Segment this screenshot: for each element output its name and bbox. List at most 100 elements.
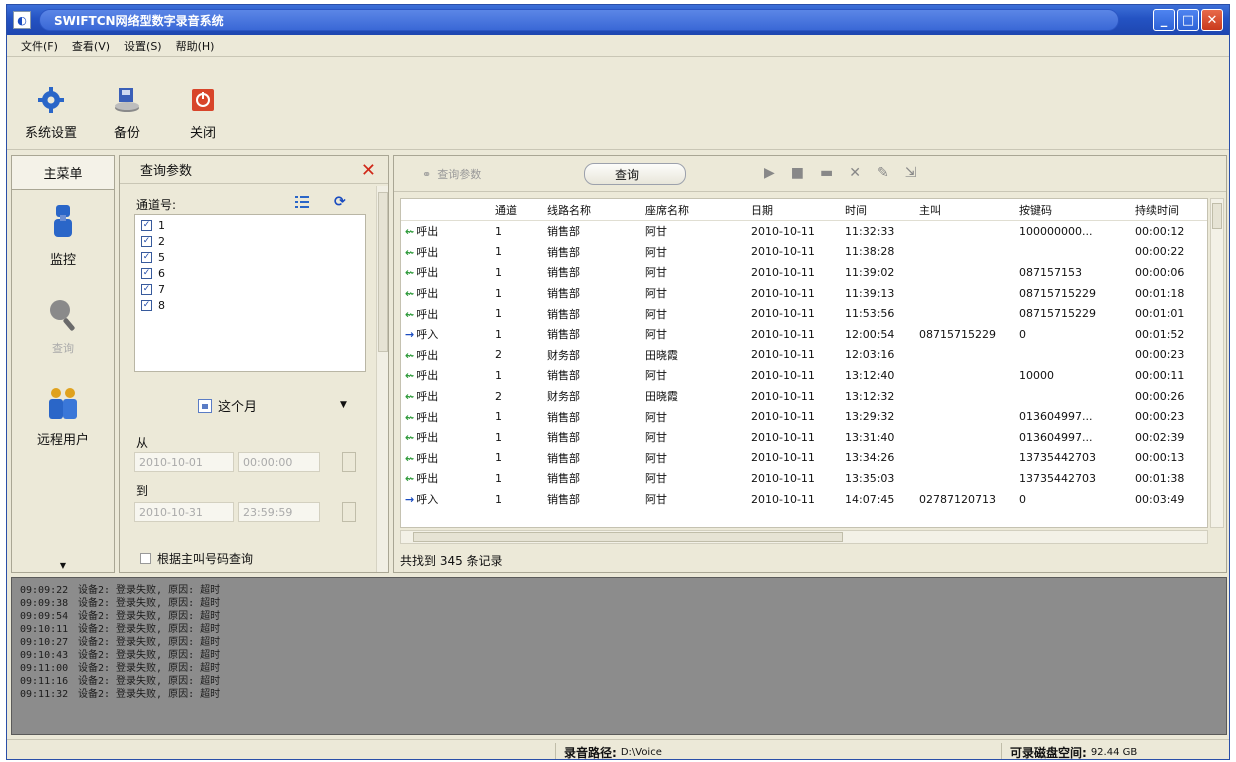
table-cell-date: 2010-10-11 <box>751 471 815 485</box>
to-time-field[interactable]: 23:59:59 <box>238 502 320 522</box>
sidebar-item-query[interactable]: 查询 <box>12 280 114 370</box>
shutdown-button[interactable]: 关闭 <box>165 69 241 149</box>
checkbox[interactable]: ✓ <box>141 219 152 231</box>
folder-icon[interactable]: ▬ <box>820 165 833 181</box>
gear-icon <box>38 87 64 113</box>
magnifier-icon <box>50 300 75 331</box>
list-item[interactable]: ✓ 2 <box>141 233 359 249</box>
call-direction-cell: → 呼入 <box>401 326 491 342</box>
menu-settings[interactable]: 设置(S) <box>122 36 164 56</box>
table-row[interactable]: ⇜ 呼出 1 销售部 阿甘 2010-10-11 13:31:40 013604997... 0… <box>401 427 1207 448</box>
checkbox[interactable] <box>140 553 151 564</box>
sidebar-item-monitor[interactable]: 监控 <box>12 190 114 280</box>
menu-file[interactable]: 文件(F) <box>19 36 60 56</box>
outgoing-arrow-icon: ⇜ <box>405 348 415 362</box>
menu-view[interactable]: 查看(V) <box>70 36 112 56</box>
log-message: 设备2: 登录失败, 原因: 超时 <box>78 663 221 674</box>
table-cell-time: 12:00:54 <box>845 327 895 341</box>
maximize-button[interactable]: □ <box>1177 9 1199 31</box>
table-row[interactable]: → 呼入 1 销售部 阿甘 2010-10-11 12:00:54 08715715229 0 0… <box>401 324 1207 345</box>
stop-icon[interactable]: ■ <box>791 165 804 181</box>
table-row[interactable]: ⇜ 呼出 1 销售部 阿甘 2010-10-11 11:39:13 08715715229 00… <box>401 283 1207 304</box>
list-item[interactable]: ✓ 6 <box>141 265 359 281</box>
call-direction-label: 呼出 <box>416 431 439 445</box>
close-window-button[interactable]: ✕ <box>1201 9 1223 31</box>
chevron-down-icon[interactable]: ▼ <box>340 400 347 410</box>
table-cell-line: 销售部 <box>547 493 580 507</box>
column-header[interactable]: 座席名称 <box>641 202 747 218</box>
column-header[interactable]: 按键码 <box>1015 202 1131 218</box>
app-icon[interactable]: ◐ <box>13 11 31 29</box>
table-row[interactable]: ⇜ 呼出 1 销售部 阿甘 2010-10-11 11:39:02 087157153 00:0… <box>401 262 1207 283</box>
list-item[interactable]: ✓ 1 <box>141 217 359 233</box>
column-header[interactable]: 线路名称 <box>543 202 641 218</box>
search-button[interactable]: 查询 <box>584 163 686 185</box>
records-vertical-scrollbar[interactable] <box>1210 198 1224 528</box>
table-row[interactable]: ⇜ 呼出 1 销售部 阿甘 2010-10-11 11:38:28 00:00:22 <box>401 242 1207 263</box>
from-time-field[interactable]: 00:00:00 <box>238 452 320 472</box>
checkbox[interactable]: ✓ <box>141 251 152 263</box>
column-header[interactable]: 时间 <box>841 202 915 218</box>
to-time-stepper[interactable] <box>342 502 356 522</box>
edit-icon[interactable]: ✎ <box>877 165 889 181</box>
column-header[interactable]: 持续时间 <box>1131 202 1205 218</box>
to-date-field[interactable]: 2010-10-31 <box>134 502 234 522</box>
table-cell-dur: 00:03:49 <box>1135 492 1185 506</box>
list-view-icon[interactable] <box>294 194 310 210</box>
period-value: 这个月 <box>218 400 258 415</box>
table-cell-dur: 00:00:22 <box>1135 245 1185 259</box>
table-row[interactable]: ⇜ 呼出 1 销售部 阿甘 2010-10-11 13:29:32 013604997... 0… <box>401 406 1207 427</box>
export-icon[interactable]: ⇲ <box>905 165 917 181</box>
table-row[interactable]: ⇜ 呼出 1 销售部 阿甘 2010-10-11 11:53:56 08715715229 00… <box>401 303 1207 324</box>
log-message: 设备2: 登录失败, 原因: 超时 <box>78 637 221 648</box>
table-cell-dtmf: 087157153 <box>1019 265 1082 279</box>
checkbox[interactable]: ✓ <box>141 283 152 295</box>
table-row[interactable]: ⇜ 呼出 1 销售部 阿甘 2010-10-11 13:35:03 13735442703 00… <box>401 468 1207 489</box>
menu-help[interactable]: 帮助(H) <box>174 36 217 56</box>
play-icon[interactable]: ▶ <box>764 165 775 181</box>
column-header[interactable]: 主叫 <box>915 202 1015 218</box>
checkbox[interactable]: ✓ <box>141 299 152 311</box>
delete-icon[interactable]: ✕ <box>849 165 861 181</box>
checkbox[interactable]: ✓ <box>141 267 152 279</box>
from-time-stepper[interactable] <box>342 452 356 472</box>
close-icon[interactable]: ✕ <box>361 160 376 181</box>
table-cell-line: 销售部 <box>547 410 580 424</box>
from-date-field[interactable]: 2010-10-01 <box>134 452 234 472</box>
table-cell-seat: 阿甘 <box>645 225 667 239</box>
list-item[interactable]: ✓ 5 <box>141 249 359 265</box>
query-params-title: 查询参数 <box>120 156 388 184</box>
call-direction-cell: ⇜ 呼出 <box>401 388 491 404</box>
table-row[interactable]: ⇜ 呼出 2 财务部 田晓霞 2010-10-11 12:03:16 00:00:23 <box>401 345 1207 366</box>
system-settings-button[interactable]: 系统设置 <box>13 69 89 149</box>
outgoing-arrow-icon: ⇜ <box>405 390 415 404</box>
minimize-button[interactable]: _ <box>1153 9 1175 31</box>
disk-space-value: 92.44 GB <box>1090 746 1138 758</box>
backup-icon <box>115 88 139 112</box>
list-item[interactable]: ✓ 7 <box>141 281 359 297</box>
call-direction-cell: ⇜ 呼出 <box>401 347 491 363</box>
table-row[interactable]: ⇜ 呼出 1 销售部 阿甘 2010-10-11 13:12:40 10000 00:00:11 <box>401 365 1207 386</box>
query-params-toggle[interactable]: ⚭ 查询参数 <box>422 166 481 182</box>
refresh-icon[interactable]: ⟳ <box>334 194 346 210</box>
query-panel-scrollbar[interactable] <box>376 186 388 572</box>
sidebar-more-icon[interactable]: ▼ <box>12 561 114 570</box>
table-row[interactable]: ⇜ 呼出 1 销售部 阿甘 2010-10-11 11:32:33 100000000... 0… <box>401 221 1207 242</box>
log-entry: 09:10:27 设备2: 登录失败, 原因: 超时 <box>20 636 1218 649</box>
sidebar-item-monitor-label: 监控 <box>49 252 76 268</box>
sidebar-item-remote-users[interactable]: 远程用户 <box>12 370 114 460</box>
period-select[interactable]: 这个月 <box>198 396 257 415</box>
column-header[interactable]: 通道 <box>491 202 543 218</box>
records-horizontal-scrollbar[interactable] <box>400 530 1208 544</box>
table-row[interactable]: → 呼入 1 销售部 阿甘 2010-10-11 14:07:45 02787120713 0 0… <box>401 489 1207 510</box>
table-cell-seat: 阿甘 <box>645 451 667 465</box>
list-item[interactable]: ✓ 8 <box>141 297 359 313</box>
table-cell-dur: 00:00:26 <box>1135 389 1185 403</box>
table-row[interactable]: ⇜ 呼出 2 财务部 田晓霞 2010-10-11 13:12:32 00:00:26 <box>401 386 1207 407</box>
backup-button[interactable]: 备份 <box>89 69 165 149</box>
table-row[interactable]: ⇜ 呼出 1 销售部 阿甘 2010-10-11 13:34:26 13735442703 00… <box>401 448 1207 469</box>
table-cell-line: 销售部 <box>547 307 580 321</box>
caller-query-option[interactable]: 根据主叫号码查询 <box>140 550 253 567</box>
checkbox[interactable]: ✓ <box>141 235 152 247</box>
column-header[interactable]: 日期 <box>747 202 841 218</box>
